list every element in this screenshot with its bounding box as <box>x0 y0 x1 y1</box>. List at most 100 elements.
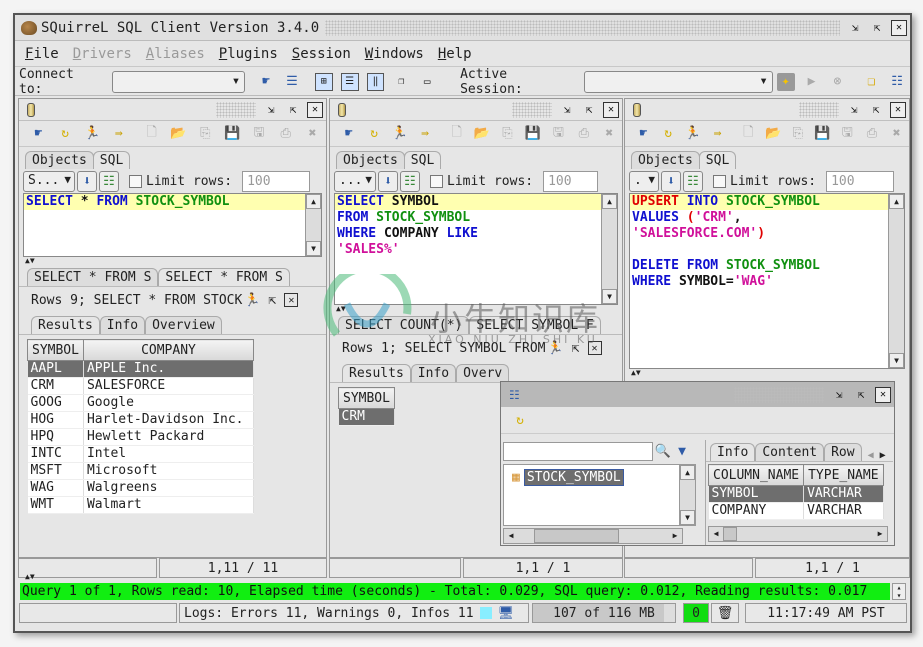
editor-scrollbar[interactable]: ▲ ▼ <box>601 194 617 304</box>
bookmarks-icon[interactable]: ☷ <box>683 170 703 192</box>
drag-area[interactable] <box>216 101 256 118</box>
maximize-window-icon[interactable]: ⇱ <box>869 20 885 36</box>
table-cell[interactable]: VARCHAR <box>803 502 884 520</box>
menu-drivers[interactable]: Drivers <box>73 46 132 62</box>
result-sub-tab[interactable]: Results <box>342 364 411 382</box>
detail-tab[interactable]: Row <box>824 443 862 461</box>
table-row[interactable]: CRM SALESFORCE <box>27 377 254 395</box>
table-row[interactable]: GOOG Google <box>27 394 254 412</box>
table-cell[interactable]: CRM <box>27 377 84 395</box>
result-sub-tab[interactable]: Info <box>99 316 146 334</box>
limit-rows-input[interactable]: 100 <box>826 170 895 192</box>
copy-icon[interactable]: ⎘ <box>789 125 806 143</box>
table-cell[interactable]: INTC <box>27 445 84 463</box>
refresh-icon[interactable]: ↻ <box>56 125 75 143</box>
sql-editor[interactable]: UPSERT INTO STOCK_SYMBOL VALUES ('CRM', 'S… <box>629 193 905 369</box>
drag-area[interactable] <box>799 101 839 118</box>
table-row[interactable]: SYMBOL VARCHAR <box>708 485 884 503</box>
print-icon[interactable]: ⎙ <box>276 125 295 143</box>
run-sql-icon[interactable]: ▶ <box>803 73 821 91</box>
table-cell[interactable]: SALESFORCE <box>83 377 254 395</box>
print-icon[interactable]: ⎙ <box>864 125 881 143</box>
minimize-icon[interactable]: ⇲ <box>559 102 575 118</box>
garbage-collect-icon[interactable]: 🗑 <box>711 603 739 623</box>
drag-area[interactable] <box>734 386 824 403</box>
connect-icon[interactable]: ☛ <box>340 125 357 143</box>
table-cell[interactable]: VARCHAR <box>803 485 884 503</box>
close-icon[interactable]: ✕ <box>875 386 891 403</box>
table-cell[interactable]: APPLE Inc. <box>83 360 254 378</box>
sql-history-dropdown[interactable]: ... ▼ <box>334 170 376 192</box>
connect-to-dropdown[interactable] <box>112 70 246 93</box>
new-sql-worksheet-icon[interactable]: ❏ <box>862 73 880 91</box>
menu-plugins[interactable]: Plugins <box>219 46 278 62</box>
table-row[interactable]: WAG Walgreens <box>27 479 254 497</box>
limit-rows-checkbox[interactable] <box>713 174 726 188</box>
new-file-icon[interactable]: 🗋 <box>740 125 757 143</box>
table-cell[interactable]: Walmart <box>83 496 254 514</box>
session-titlebar[interactable]: ⇲ ⇱ ✕ <box>19 99 326 121</box>
result-sub-tab[interactable]: Results <box>31 316 100 334</box>
new-file-icon[interactable]: 🗋 <box>142 125 161 143</box>
apply-limit-icon[interactable]: ⬇ <box>661 170 681 192</box>
title-drag-area[interactable] <box>325 19 840 36</box>
column-header[interactable]: COLUMN_NAME <box>707 464 805 486</box>
tree-horizontal-scrollbar[interactable]: ◀ ▶ <box>503 528 683 544</box>
cancel-sql-icon[interactable]: ⊗ <box>828 73 846 91</box>
object-tree-window-titlebar[interactable]: ☷ ⇲ ⇱ ✕ <box>501 382 894 407</box>
session-properties-icon[interactable]: ✦ <box>776 72 795 91</box>
tab-sql[interactable]: SQL <box>698 151 737 169</box>
table-row[interactable]: INTC Intel <box>27 445 254 463</box>
detail-horizontal-scrollbar[interactable]: ◀ ▶ <box>708 526 888 542</box>
editor-scrollbar[interactable]: ▲ ▼ <box>888 194 904 368</box>
tab-objects[interactable]: Objects <box>25 151 94 169</box>
filter-icon[interactable]: ▼ <box>673 442 691 460</box>
console-icon[interactable]: 🖥 <box>498 606 515 621</box>
refresh-icon[interactable]: ↻ <box>660 125 677 143</box>
rerun-icon[interactable]: 🏃 <box>547 339 563 357</box>
editor-scrollbar[interactable]: ▲ ▼ <box>305 194 321 256</box>
menu-aliases[interactable]: Aliases <box>146 46 205 62</box>
table-cell[interactable]: HOG <box>27 411 84 429</box>
tree-item[interactable]: ▦ STOCK_SYMBOL <box>504 465 695 486</box>
close-icon[interactable]: ✕ <box>307 101 323 118</box>
maximize-icon[interactable]: ⇱ <box>853 387 869 403</box>
menu-file[interactable]: File <box>25 46 59 62</box>
table-row[interactable]: WMT Walmart <box>27 496 254 514</box>
refresh-icon[interactable]: ↻ <box>511 411 529 429</box>
maximize-icon[interactable]: ⇱ <box>581 102 597 118</box>
close-result-icon[interactable]: ✕ <box>284 293 299 307</box>
table-row[interactable]: MSFT Microsoft <box>27 462 254 480</box>
limit-rows-input[interactable]: 100 <box>543 170 599 192</box>
object-tree-icon[interactable]: ☷ <box>888 73 906 91</box>
table-cell[interactable]: AAPL <box>27 360 84 378</box>
limit-rows-checkbox[interactable] <box>430 174 443 188</box>
result-tab[interactable]: SELECT * FROM S <box>158 268 290 286</box>
sql-history-dropdown[interactable]: S... ▼ <box>23 170 75 192</box>
table-cell[interactable]: Walgreens <box>83 479 254 497</box>
result-tab[interactable]: SELECT COUNT(*) <box>338 316 470 334</box>
clear-icon[interactable]: ✖ <box>303 125 322 143</box>
minimize-icon[interactable]: ⇲ <box>846 102 862 118</box>
table-row[interactable]: COMPANY VARCHAR <box>708 502 884 520</box>
connect-alias-icon[interactable]: ☛ <box>257 73 275 91</box>
editor-splitter[interactable]: ▲▼ <box>330 305 622 313</box>
table-cell[interactable]: Microsoft <box>83 462 254 480</box>
tree-vertical-scrollbar[interactable]: ▲ ▼ <box>679 465 695 525</box>
tile-vertical-icon[interactable]: ‖ <box>366 72 385 91</box>
logs-status[interactable]: Logs: Errors 11, Warnings 0, Infos 11 🖥 <box>179 603 529 623</box>
table-cell[interactable]: GOOG <box>27 394 84 412</box>
open-file-icon[interactable]: 📂 <box>169 125 188 143</box>
close-icon[interactable]: ✕ <box>890 101 906 118</box>
tab-objects[interactable]: Objects <box>336 151 405 169</box>
table-cell[interactable]: Google <box>83 394 254 412</box>
bookmarks-icon[interactable]: ☷ <box>99 170 119 192</box>
table-cell[interactable]: SYMBOL <box>708 485 805 503</box>
menu-session[interactable]: Session <box>292 46 351 62</box>
result-sub-tab[interactable]: Overv <box>456 364 510 382</box>
new-file-icon[interactable]: 🗋 <box>448 125 465 143</box>
table-cell[interactable]: CRM <box>338 408 395 426</box>
drag-area[interactable] <box>512 101 552 118</box>
sql-editor[interactable]: SELECT SYMBOL FROM STOCK_SYMBOL WHERE COMP… <box>334 193 618 305</box>
close-window-icon[interactable]: ✕ <box>891 19 907 36</box>
